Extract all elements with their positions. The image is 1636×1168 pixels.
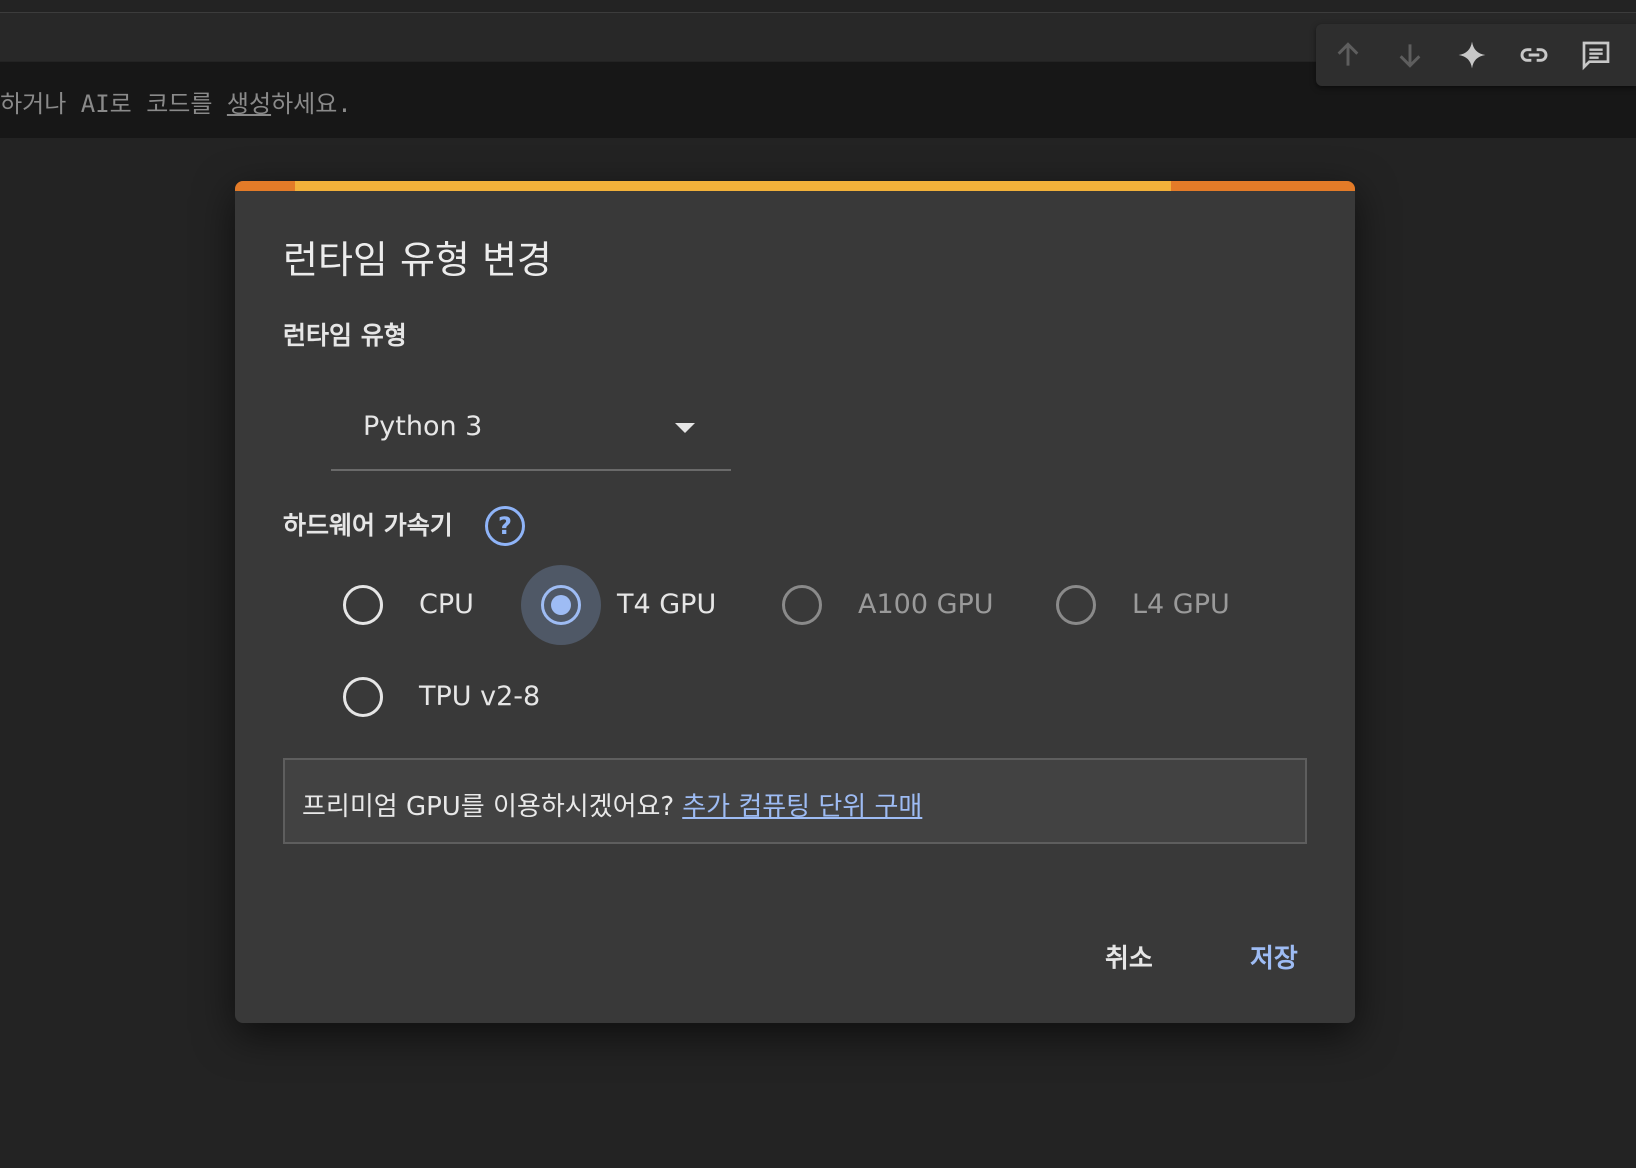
generate-link[interactable]: 생성 bbox=[227, 90, 271, 118]
change-runtime-dialog: 런타임 유형 변경 런타임 유형 Python 3 하드웨어 가속기 ? CPU… bbox=[235, 181, 1355, 1023]
runtime-type-value: Python 3 bbox=[363, 411, 483, 442]
radio-label-tpu-v2-8: TPU v2-8 bbox=[419, 681, 541, 712]
comment-icon bbox=[1582, 41, 1610, 71]
sparkle-icon bbox=[1458, 41, 1486, 69]
radio-tpu-v2-8[interactable]: TPU v2-8 bbox=[323, 657, 583, 737]
premium-gpu-notice: 프리미엄 GPU를 이용하시겠어요? 추가 컴퓨팅 단위 구매 bbox=[283, 758, 1307, 844]
radio-circle-icon bbox=[343, 585, 383, 625]
radio-t4-gpu[interactable]: T4 GPU bbox=[521, 565, 741, 645]
runtime-type-label: 런타임 유형 bbox=[283, 321, 407, 350]
cell-toolbar bbox=[1316, 24, 1636, 86]
runtime-type-select[interactable]: Python 3 bbox=[331, 377, 731, 471]
link-icon bbox=[1520, 48, 1548, 62]
gemini-button[interactable] bbox=[1450, 33, 1494, 77]
dropdown-arrow-icon bbox=[675, 423, 695, 433]
radio-circle-selected-icon bbox=[541, 585, 581, 625]
add-comment-button[interactable] bbox=[1574, 33, 1618, 77]
dialog-progress-bar bbox=[235, 181, 1355, 191]
placeholder-text: 탁하거나 AI로 코드를 bbox=[0, 90, 227, 118]
move-cell-up-button[interactable] bbox=[1326, 33, 1370, 77]
premium-question: 프리미엄 GPU를 이용하시겠어요? bbox=[302, 792, 675, 822]
radio-circle-icon bbox=[782, 585, 822, 625]
move-cell-down-button[interactable] bbox=[1388, 33, 1432, 77]
dialog-title: 런타임 유형 변경 bbox=[283, 238, 552, 282]
save-button[interactable]: 저장 bbox=[1250, 938, 1298, 975]
help-glyph: ? bbox=[498, 512, 512, 540]
hardware-accelerator-label: 하드웨어 가속기 bbox=[283, 511, 453, 540]
arrow-down-icon bbox=[1399, 44, 1421, 68]
radio-label-l4-gpu: L4 GPU bbox=[1132, 589, 1230, 620]
radio-label-t4-gpu: T4 GPU bbox=[617, 589, 717, 620]
placeholder-suffix: 하세요. bbox=[271, 90, 352, 118]
code-cell-placeholder: 탁하거나 AI로 코드를 생성하세요. bbox=[0, 84, 352, 119]
copy-link-button[interactable] bbox=[1512, 33, 1556, 77]
progress-bar-highlight bbox=[295, 181, 1171, 191]
arrow-up-icon bbox=[1337, 42, 1359, 66]
radio-a100-gpu[interactable]: A100 GPU bbox=[762, 565, 1002, 645]
radio-l4-gpu[interactable]: L4 GPU bbox=[1036, 565, 1256, 645]
radio-circle-icon bbox=[1056, 585, 1096, 625]
radio-label-cpu: CPU bbox=[419, 589, 474, 620]
premium-gpu-text: 프리미엄 GPU를 이용하시겠어요? 추가 컴퓨팅 단위 구매 bbox=[302, 786, 922, 823]
buy-compute-units-link[interactable]: 추가 컴퓨팅 단위 구매 bbox=[682, 792, 922, 822]
radio-circle-icon bbox=[343, 677, 383, 717]
help-icon[interactable]: ? bbox=[485, 506, 525, 546]
radio-label-a100-gpu: A100 GPU bbox=[858, 589, 994, 620]
cancel-button[interactable]: 취소 bbox=[1105, 938, 1153, 975]
radio-cpu[interactable]: CPU bbox=[323, 565, 523, 645]
